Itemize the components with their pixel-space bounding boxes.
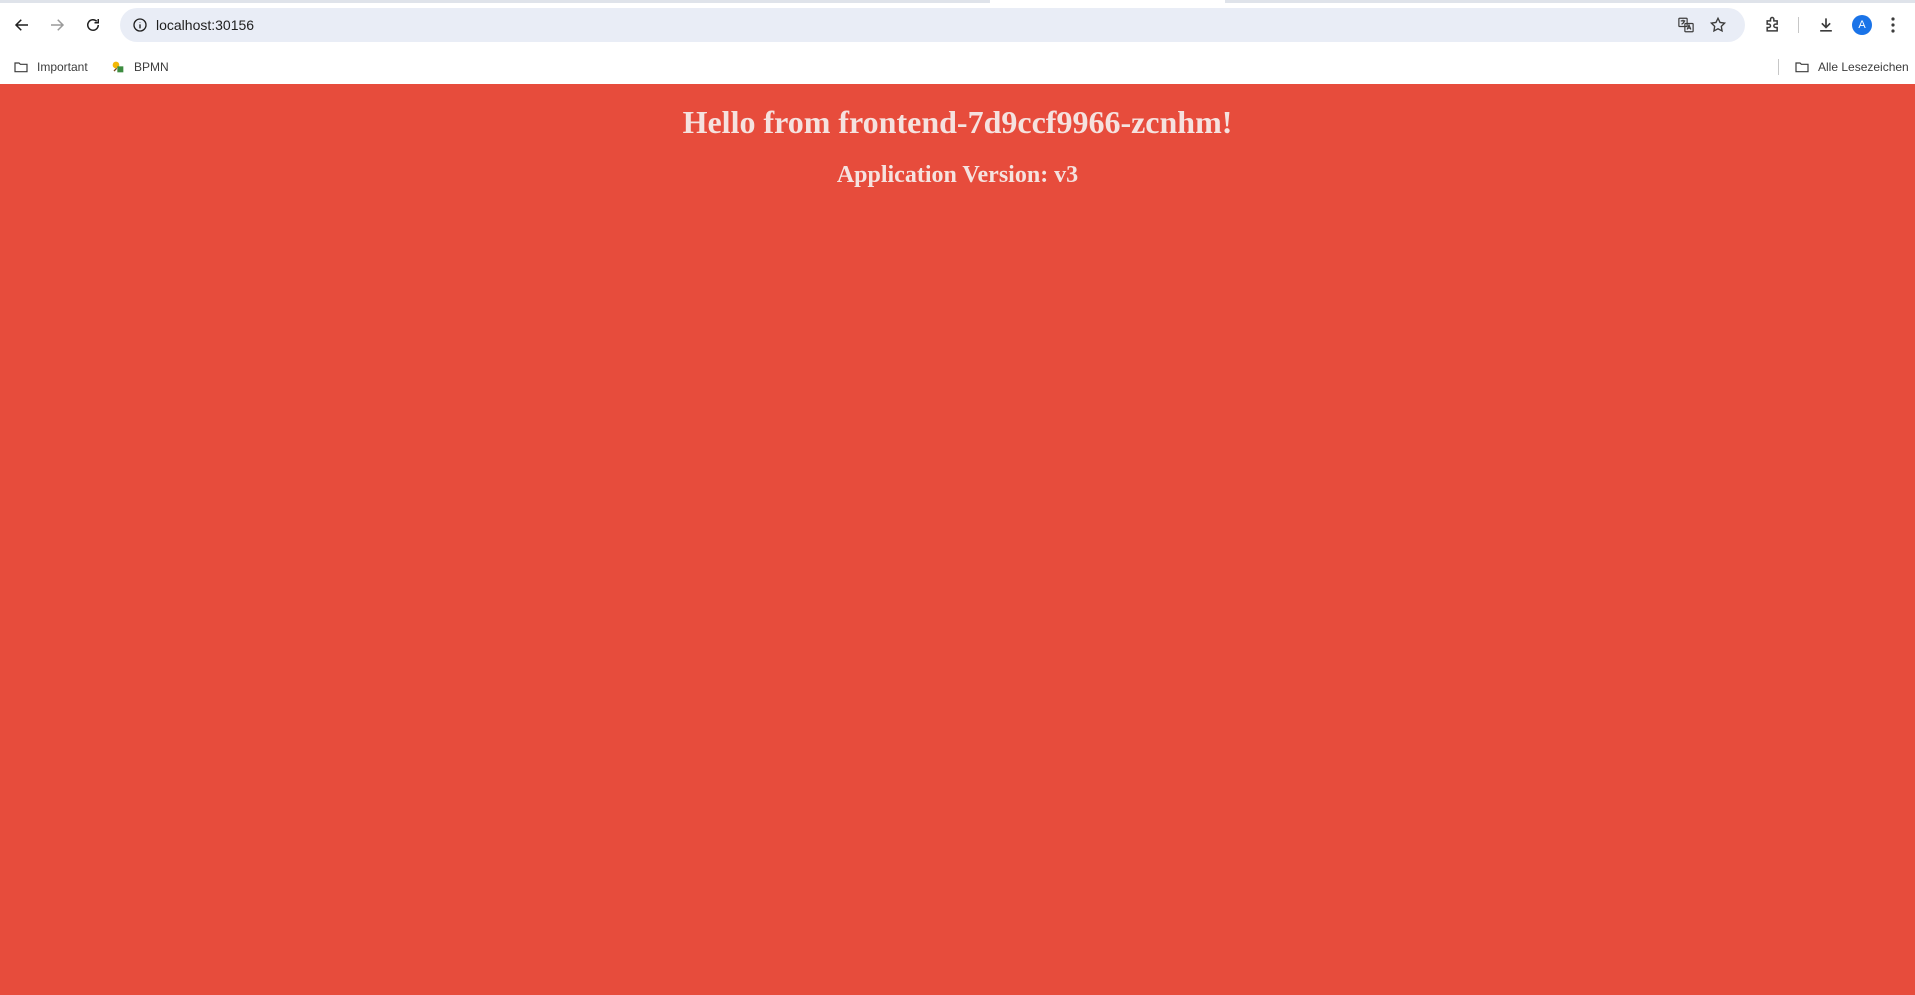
bookmark-label: BPMN (134, 60, 169, 74)
star-icon (1709, 16, 1727, 33)
reload-icon (87, 19, 99, 31)
bookmark-star-button[interactable] (1708, 15, 1728, 35)
address-bar[interactable]: localhost:30156 (120, 8, 1745, 42)
downloads-button[interactable] (1815, 14, 1837, 36)
page-heading: Hello from frontend-7d9ccf9966-zcnhm! (682, 104, 1233, 140)
download-icon (1820, 18, 1832, 32)
bpmn-favicon (112, 61, 124, 73)
forward-button[interactable] (42, 10, 72, 40)
url-text[interactable]: localhost:30156 (156, 8, 254, 42)
tab-strip-edge (0, 0, 990, 3)
toolbar-separator (1798, 17, 1799, 33)
folder-icon (1795, 62, 1809, 73)
info-icon (133, 18, 147, 32)
kebab-menu-icon (1891, 17, 1895, 33)
arrow-right-icon (51, 19, 65, 31)
translate-button[interactable] (1676, 15, 1696, 35)
puzzle-icon (1766, 16, 1778, 32)
reload-button[interactable] (78, 10, 108, 40)
arrow-left-icon (14, 19, 28, 31)
profile-avatar[interactable]: A (1852, 15, 1872, 35)
bookmark-label: Important (37, 60, 88, 74)
all-bookmarks-label: Alle Lesezeichen (1818, 60, 1909, 74)
all-bookmarks-button[interactable]: Alle Lesezeichen (1794, 58, 1909, 76)
page-content: Hello from frontend-7d9ccf9966-zcnhm! Ap… (0, 84, 1915, 995)
translate-icon (1678, 17, 1694, 33)
bookmarks-bar: Important BPMN Alle Lesezeichen (0, 50, 1915, 84)
bookmark-bpmn[interactable]: BPMN (110, 58, 169, 76)
browser-toolbar: localhost:30156 A (0, 0, 1915, 50)
folder-icon (14, 62, 28, 73)
browser-menu-button[interactable] (1886, 14, 1900, 36)
tab-strip-edge (1225, 0, 1915, 3)
back-button[interactable] (7, 10, 37, 40)
bookmarks-separator (1778, 59, 1779, 75)
extensions-button[interactable] (1762, 14, 1784, 36)
site-info-button[interactable] (130, 15, 150, 35)
bookmark-folder-important[interactable]: Important (13, 58, 88, 76)
version-heading: Application Version: v3 (836, 162, 1079, 188)
